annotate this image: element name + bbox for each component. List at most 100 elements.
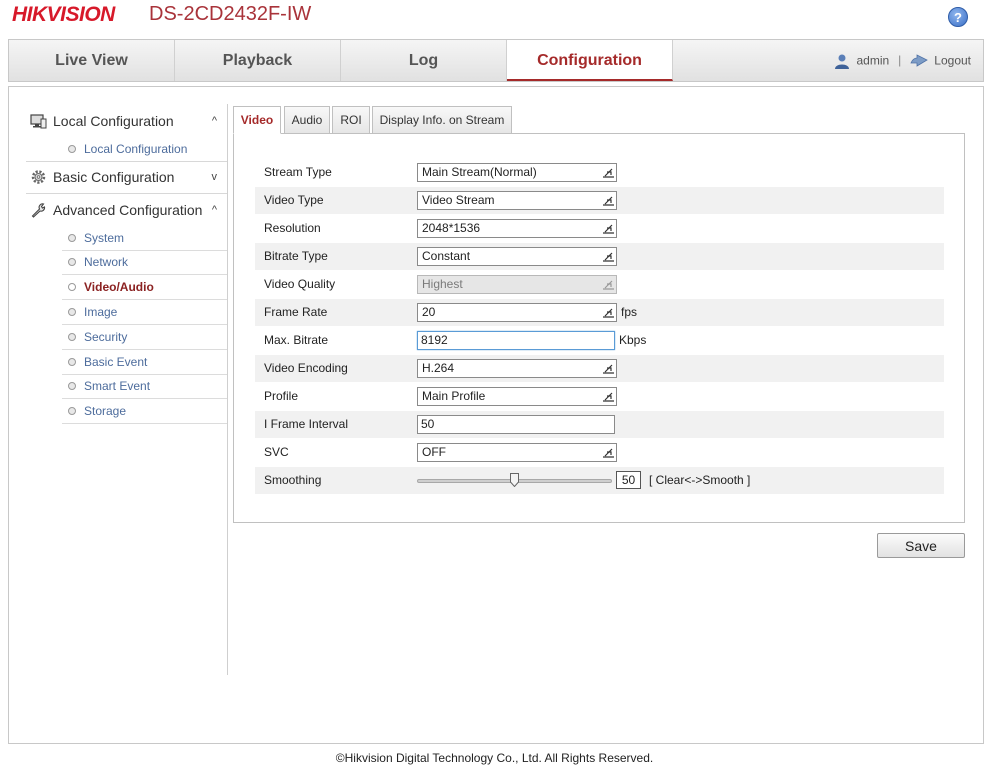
resolution-label: Resolution: [264, 221, 321, 235]
resolution-value: 2048*1536: [422, 221, 481, 235]
sidebar-item-rule: [62, 423, 227, 424]
sidebar-item-video-audio[interactable]: Video/Audio: [62, 275, 227, 299]
profile-label: Profile: [264, 389, 299, 403]
user-box: admin | Logout: [834, 40, 971, 81]
monitor-icon: [30, 114, 47, 129]
smoothing-note: [ Clear<->Smooth ]: [649, 473, 751, 487]
row-i-frame-interval: I Frame Interval 50: [255, 411, 944, 438]
video-quality-select: Highest: [417, 275, 617, 294]
user-separator: |: [898, 53, 902, 68]
row-svc: SVC OFF: [255, 439, 944, 466]
sidebar-section-basic-configuration[interactable]: Basic Configuration v: [26, 162, 227, 192]
row-bitrate-type: Bitrate Type Constant: [255, 243, 944, 270]
wrench-icon: [31, 203, 46, 218]
svc-select[interactable]: OFF: [417, 443, 617, 462]
main-nav: Live View Playback Log Configuration adm…: [8, 39, 984, 82]
bitrate-type-value: Constant: [422, 249, 471, 263]
stream-type-label: Stream Type: [264, 165, 332, 179]
video-type-select[interactable]: Video Stream: [417, 191, 617, 210]
profile-select[interactable]: Main Profile: [417, 387, 617, 406]
video-quality-label: Video Quality: [264, 277, 336, 291]
sidebar-item-label: Local Configuration: [84, 142, 188, 156]
video-type-value: Video Stream: [422, 193, 495, 207]
stream-type-select[interactable]: Main Stream(Normal): [417, 163, 617, 182]
sidebar-item-label: Smart Event: [84, 379, 151, 393]
sidebar-section-advanced-configuration[interactable]: Advanced Configuration ^: [26, 195, 227, 225]
video-encoding-select[interactable]: H.264: [417, 359, 617, 378]
logout-icon[interactable]: [910, 54, 929, 68]
bullet-icon: [68, 234, 76, 242]
i-frame-interval-input[interactable]: 50: [417, 415, 615, 434]
tab-audio[interactable]: Audio: [284, 106, 330, 134]
i-frame-interval-label: I Frame Interval: [264, 417, 349, 431]
sidebar-item-smart-event[interactable]: Smart Event: [62, 374, 227, 398]
max-bitrate-input[interactable]: 8192: [417, 331, 615, 350]
sidebar-item-network[interactable]: Network: [62, 250, 227, 274]
row-resolution: Resolution 2048*1536: [255, 215, 944, 242]
user-icon: [835, 54, 850, 69]
tab-display-info-on-stream[interactable]: Display Info. on Stream: [372, 106, 512, 134]
frame-rate-select[interactable]: 20: [417, 303, 617, 322]
sidebar-divider: [227, 104, 228, 675]
copyright-footer: ©Hikvision Digital Technology Co., Ltd. …: [335, 751, 654, 765]
sidebar-item-basic-event[interactable]: Basic Event: [62, 350, 227, 374]
row-stream-type: Stream Type Main Stream(Normal): [255, 159, 944, 186]
dropdown-arrow-icon: [603, 224, 614, 234]
chevron-down-icon: v: [211, 171, 218, 183]
bitrate-type-select[interactable]: Constant: [417, 247, 617, 266]
sidebar-section-local-configuration[interactable]: Local Configuration ^: [26, 106, 227, 136]
max-bitrate-label: Max. Bitrate: [264, 333, 329, 347]
dropdown-arrow-icon: [603, 448, 614, 458]
chevron-up-icon: ^: [211, 204, 217, 216]
sidebar-item-storage[interactable]: Storage: [62, 399, 227, 423]
tab-log[interactable]: Log: [341, 40, 507, 81]
sidebar-item-image[interactable]: Image: [62, 300, 227, 324]
sidebar-section-label: Basic Configuration: [53, 169, 175, 185]
smoothing-slider-handle[interactable]: [510, 473, 519, 487]
dropdown-arrow-icon: [603, 280, 614, 290]
tab-playback[interactable]: Playback: [175, 40, 341, 81]
sidebar-item-security[interactable]: Security: [62, 325, 227, 349]
tab-live-view[interactable]: Live View: [9, 40, 175, 81]
frame-rate-label: Frame Rate: [264, 305, 328, 319]
row-frame-rate: Frame Rate 20 fps: [255, 299, 944, 326]
row-smoothing: Smoothing 50 [ Clear<->Smooth ]: [255, 467, 944, 494]
help-icon[interactable]: ?: [948, 7, 968, 27]
sidebar-item-label: Image: [84, 305, 118, 319]
sidebar-section-label: Local Configuration: [53, 113, 174, 129]
username: admin: [856, 53, 890, 68]
bullet-icon: [68, 382, 76, 390]
logout-link[interactable]: Logout: [934, 53, 971, 67]
tab-roi[interactable]: ROI: [332, 106, 370, 134]
resolution-select[interactable]: 2048*1536: [417, 219, 617, 238]
sidebar-item-local-configuration[interactable]: Local Configuration: [62, 137, 227, 161]
hikvision-logo: HIKVISION: [12, 3, 115, 26]
save-button[interactable]: Save: [877, 533, 965, 558]
bullet-icon: [68, 258, 76, 266]
sidebar-item-label: Network: [84, 255, 129, 269]
dropdown-arrow-icon: [603, 196, 614, 206]
sidebar-rule: [26, 193, 227, 194]
tab-video[interactable]: Video: [233, 106, 281, 134]
frame-rate-value: 20: [422, 305, 436, 319]
bullet-icon: [68, 283, 76, 291]
gear-icon: [31, 170, 46, 184]
row-video-encoding: Video Encoding H.264: [255, 355, 944, 382]
row-max-bitrate: Max. Bitrate 8192 Kbps: [255, 327, 944, 354]
video-encoding-value: H.264: [422, 361, 455, 375]
dropdown-arrow-icon: [603, 252, 614, 262]
tab-configuration[interactable]: Configuration: [507, 40, 673, 81]
sidebar-item-label: Security: [84, 330, 128, 344]
sidebar-item-system[interactable]: System: [62, 226, 227, 250]
row-video-quality: Video Quality Highest: [255, 271, 944, 298]
dropdown-arrow-icon: [603, 308, 614, 318]
row-video-type: Video Type Video Stream: [255, 187, 944, 214]
dropdown-arrow-icon: [603, 364, 614, 374]
bullet-icon: [68, 407, 76, 415]
sidebar-item-label: Video/Audio: [84, 280, 154, 294]
smoothing-label: Smoothing: [264, 473, 322, 487]
bullet-icon: [68, 358, 76, 366]
bullet-icon: [68, 308, 76, 316]
bullet-icon: [68, 145, 76, 153]
sidebar-item-label: System: [84, 231, 125, 245]
